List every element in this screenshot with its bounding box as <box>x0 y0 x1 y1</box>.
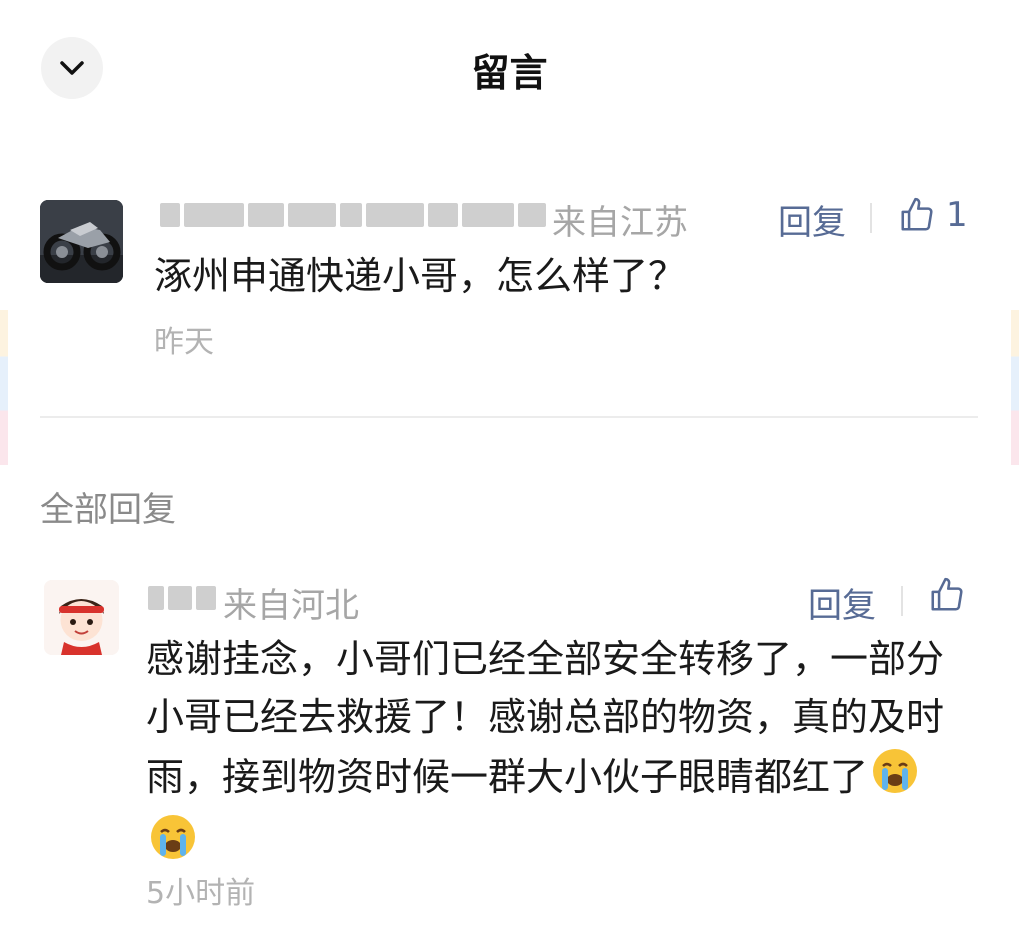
cartoon-avatar-image <box>44 580 119 655</box>
left-edge-strip <box>0 310 8 465</box>
divider <box>40 416 978 418</box>
username-blurred[interactable] <box>148 580 216 616</box>
motorcycle-avatar-image <box>40 200 123 283</box>
action-divider <box>901 586 903 616</box>
action-divider <box>870 203 872 233</box>
thumbs-up-icon <box>931 577 963 611</box>
avatar[interactable] <box>44 580 119 655</box>
username-blurred[interactable] <box>160 197 546 233</box>
like-button[interactable] <box>928 576 966 614</box>
reply-item: 来自河北 回复 感谢挂念，小哥们已经全部安全转移了，一部分小哥已经去救援了！感谢… <box>40 572 980 912</box>
reply-time: 5小时前 <box>146 876 256 911</box>
reply-text: 感谢挂念，小哥们已经全部安全转移了，一部分小哥已经去救援了！感谢总部的物资，真的… <box>146 630 946 878</box>
header: 留言 <box>0 0 1019 135</box>
reply-location: 来自河北 <box>223 586 359 626</box>
all-replies-label: 全部回复 <box>40 490 176 530</box>
reply-button[interactable]: 回复 <box>808 578 876 627</box>
reply-button[interactable]: 回复 <box>778 195 846 244</box>
thumbs-up-icon <box>901 197 933 231</box>
like-button[interactable]: 1 <box>898 195 968 235</box>
comment-time: 昨天 <box>154 325 214 360</box>
crying-face-emoji <box>870 746 920 812</box>
comment-location: 来自江苏 <box>552 203 688 243</box>
comment-item: 来自江苏 回复 1 涿州申通快递小哥，怎么样了？ 昨天 <box>40 195 980 375</box>
reply-text-content: 感谢挂念，小哥们已经全部安全转移了，一部分小哥已经去救援了！感谢总部的物资，真的… <box>146 637 945 799</box>
right-edge-strip <box>1011 310 1019 465</box>
page-title: 留言 <box>471 51 548 95</box>
like-count: 1 <box>946 195 968 235</box>
comment-text: 涿州申通快递小哥，怎么样了？ <box>154 254 687 298</box>
avatar[interactable] <box>40 200 123 283</box>
